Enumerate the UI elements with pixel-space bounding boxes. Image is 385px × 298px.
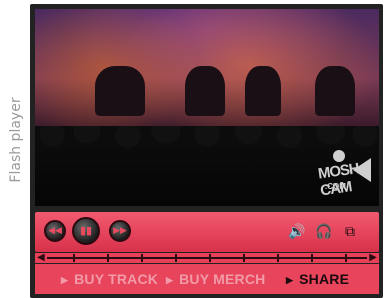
scrub-tick <box>209 254 211 262</box>
buy-track-link[interactable]: ▶ BUY TRACK <box>61 271 158 287</box>
scrub-left-arrow-icon[interactable]: ◀ <box>37 252 45 263</box>
scrub-tick <box>175 254 177 262</box>
scrub-tick <box>345 254 347 262</box>
video-area[interactable]: MOSH CAM .COM <box>35 9 379 206</box>
scrub-track[interactable] <box>47 257 367 259</box>
scrub-tick <box>311 254 313 262</box>
control-bar: ◀◀ ▮▮ ▶▶ 🔊 🎧 ⧉ <box>35 212 379 252</box>
fullscreen-icon[interactable]: ⧉ <box>341 223 359 241</box>
rewind-icon: ◀◀ <box>48 226 62 236</box>
fast-forward-icon: ▶▶ <box>113 226 127 236</box>
performer-silhouette <box>95 66 145 116</box>
performer-silhouette <box>245 66 281 116</box>
flash-player-label: Flash player <box>8 97 24 183</box>
scrub-tick <box>277 254 279 262</box>
play-pause-button[interactable]: ▮▮ <box>72 217 100 245</box>
logo-subtext: .COM <box>325 182 346 191</box>
caret-right-icon: ▶ <box>61 275 69 285</box>
moshcam-logo: MOSH CAM .COM <box>317 150 371 199</box>
caret-right-icon: ▶ <box>286 275 294 285</box>
logo-text: MOSH CAM <box>316 160 360 200</box>
scrub-tick <box>141 254 143 262</box>
scrub-right-arrow-icon[interactable]: ▶ <box>369 252 377 263</box>
volume-icon[interactable]: 🔊 <box>288 223 306 241</box>
performer-silhouette <box>185 66 225 116</box>
scrub-tick <box>243 254 245 262</box>
rewind-button[interactable]: ◀◀ <box>44 220 66 242</box>
buy-merch-link[interactable]: ▶ BUY MERCH <box>166 271 265 287</box>
scrub-tick <box>107 254 109 262</box>
share-label: SHARE <box>299 271 350 287</box>
logo-dot <box>333 150 345 162</box>
scrub-tick <box>73 254 75 262</box>
action-bar: ▶ BUY TRACK ▶ BUY MERCH ▶ SHARE <box>35 264 379 294</box>
scrub-bar[interactable]: ◀ ▶ <box>35 252 379 263</box>
buy-track-label: BUY TRACK <box>74 271 159 287</box>
performer-silhouette <box>315 66 355 116</box>
caret-right-icon: ▶ <box>166 275 174 285</box>
pause-icon: ▮▮ <box>79 224 93 237</box>
headphones-icon[interactable]: 🎧 <box>315 223 333 241</box>
buy-merch-label: BUY MERCH <box>179 271 266 287</box>
fast-forward-button[interactable]: ▶▶ <box>109 220 131 242</box>
share-link[interactable]: ▶ SHARE <box>286 271 349 287</box>
